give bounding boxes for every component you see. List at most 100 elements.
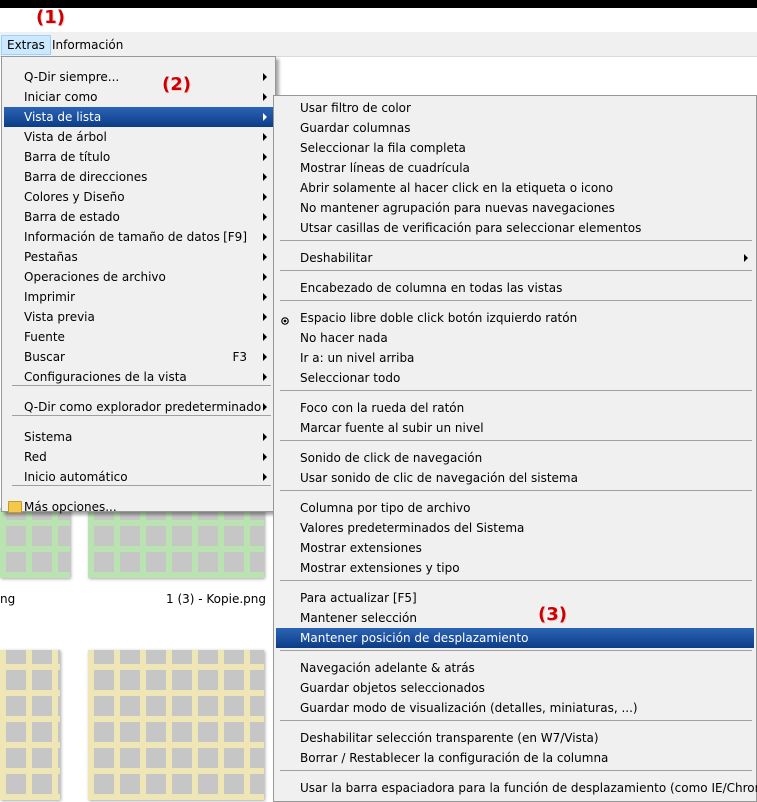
menu-item-inicio-automatico[interactable]: Inicio automático bbox=[4, 467, 273, 487]
submenu-item-label: Guardar columnas bbox=[300, 121, 411, 135]
menu-item-q-dir-como-explorador-predeterminado[interactable]: Q-Dir como explorador predeterminado bbox=[4, 397, 273, 417]
file-thumbnail[interactable] bbox=[0, 508, 70, 578]
menu-separator bbox=[280, 240, 752, 241]
menu-item-imprimir[interactable]: Imprimir bbox=[4, 287, 273, 307]
submenu-item-label: Encabezado de columna en todas las vista… bbox=[300, 281, 563, 295]
submenu-item-label: Deshabilitar bbox=[300, 251, 373, 265]
submenu-item-mostrar-extensiones[interactable]: Mostrar extensiones bbox=[276, 538, 754, 558]
submenu-item-label: Foco con la rueda del ratón bbox=[300, 401, 465, 415]
submenu-item-mostrar-extensiones-y-tipo[interactable]: Mostrar extensiones y tipo bbox=[276, 558, 754, 578]
submenu-item-espacio-libre-doble-click-boton-izquierdo-raton[interactable]: Espacio libre doble click botón izquierd… bbox=[276, 308, 754, 328]
submenu-item-usar-sonido-de-clic-de-navegacion-del-sistema[interactable]: Usar sonido de clic de navegación del si… bbox=[276, 468, 754, 488]
submenu-item-sonido-de-click-de-navegacion[interactable]: Sonido de click de navegación bbox=[276, 448, 754, 468]
submenu-item-seleccionar-la-fila-completa[interactable]: Seleccionar la fila completa bbox=[276, 138, 754, 158]
submenu-arrow-icon bbox=[263, 433, 267, 441]
submenu-item-valores-predeterminados-del-sistema[interactable]: Valores predeterminados del Sistema bbox=[276, 518, 754, 538]
menu-item-label: Vista de lista bbox=[24, 110, 102, 124]
menu-item-iniciar-como[interactable]: Iniciar como bbox=[4, 87, 273, 107]
submenu-item-deshabilitar[interactable]: Deshabilitar bbox=[276, 248, 754, 268]
menu-item-label: Iniciar como bbox=[24, 90, 98, 104]
submenu-item-para-actualizar-f5[interactable]: Para actualizar [F5] bbox=[276, 588, 754, 608]
menu-item-barra-de-direcciones[interactable]: Barra de direcciones bbox=[4, 167, 273, 187]
menu-item-informacion-de-tamano-de-datos[interactable]: Información de tamaño de datos [F9] bbox=[4, 227, 273, 247]
menu-item-label: Información de tamaño de datos bbox=[24, 230, 220, 244]
file-thumbnail[interactable] bbox=[88, 508, 264, 578]
menu-item-operaciones-de-archivo[interactable]: Operaciones de archivo bbox=[4, 267, 273, 287]
file-thumbnail[interactable] bbox=[0, 650, 60, 800]
submenu-item-guardar-columnas[interactable]: Guardar columnas bbox=[276, 118, 754, 138]
menu-item-label: Configuraciones de la vista bbox=[24, 370, 187, 384]
menu-item-barra-de-estado[interactable]: Barra de estado bbox=[4, 207, 273, 227]
menu-extras[interactable]: Extras bbox=[1, 35, 51, 55]
menu-item-configuraciones-de-la-vista[interactable]: Configuraciones de la vista bbox=[4, 367, 273, 387]
submenu-arrow-icon bbox=[263, 473, 267, 481]
submenu-arrow-icon bbox=[263, 173, 267, 181]
menu-item-fuente[interactable]: Fuente bbox=[4, 327, 273, 347]
submenu-item-label: Abrir solamente al hacer click en la eti… bbox=[300, 181, 614, 195]
submenu-item-no-hacer-nada[interactable]: No hacer nada bbox=[276, 328, 754, 348]
submenu-arrow-icon bbox=[744, 254, 748, 262]
submenu-item-seleccionar-todo[interactable]: Seleccionar todo bbox=[276, 368, 754, 388]
folder-icon bbox=[8, 501, 22, 513]
submenu-item-label: Usar la barra espaciadora para la funció… bbox=[300, 781, 757, 795]
menu-item-vista-de-lista[interactable]: Vista de lista bbox=[4, 107, 273, 127]
submenu-item-label: Guardar objetos seleccionados bbox=[300, 681, 485, 695]
menu-bar: Extras Información bbox=[0, 32, 757, 57]
file-thumbnail[interactable] bbox=[88, 650, 264, 800]
submenu-arrow-icon bbox=[263, 153, 267, 161]
menu-informacion[interactable]: Información bbox=[47, 35, 128, 55]
submenu-item-label: No mantener agrupación para nuevas naveg… bbox=[300, 201, 615, 215]
submenu-arrow-icon bbox=[263, 113, 267, 121]
annotation-1: (1) bbox=[36, 7, 65, 28]
menu-item-buscar[interactable]: Buscar F3 bbox=[4, 347, 273, 367]
menu-item-label: Vista previa bbox=[24, 310, 95, 324]
submenu-item-label: Navegación adelante & atrás bbox=[300, 661, 475, 675]
menu-item-mas-opciones[interactable]: Más opciones... bbox=[4, 497, 273, 517]
submenu-item-columna-por-tipo-de-archivo[interactable]: Columna por tipo de archivo bbox=[276, 498, 754, 518]
submenu-item-borrar-restablecer-la-configuracion-de-la-columna[interactable]: Borrar / Restablecer la configuración de… bbox=[276, 748, 754, 768]
submenu-item-foco-con-la-rueda-del-raton[interactable]: Foco con la rueda del ratón bbox=[276, 398, 754, 418]
annotation-2: (2) bbox=[162, 74, 191, 95]
submenu-item-label: Mantener posición de desplazamiento bbox=[300, 631, 529, 645]
submenu-item-guardar-modo-de-visualizacion-detalles-miniaturas[interactable]: Guardar modo de visualización (detalles,… bbox=[276, 698, 754, 718]
menu-item-pestanas[interactable]: Pestañas bbox=[4, 247, 273, 267]
menu-item-sistema[interactable]: Sistema bbox=[4, 427, 273, 447]
submenu-item-ir-a-un-nivel-arriba[interactable]: Ir a: un nivel arriba bbox=[276, 348, 754, 368]
submenu-item-mantener-seleccion[interactable]: Mantener selección bbox=[276, 608, 754, 628]
menu-item-vista-previa[interactable]: Vista previa bbox=[4, 307, 273, 327]
submenu-item-label: Sonido de click de navegación bbox=[300, 451, 483, 465]
submenu-item-usar-la-barra-espaciadora-para-la-funcion-de-desplazamiento-como-ie-chrome[interactable]: Usar la barra espaciadora para la funció… bbox=[276, 778, 757, 798]
submenu-arrow-icon bbox=[263, 293, 267, 301]
submenu-arrow-icon bbox=[263, 233, 267, 241]
menu-item-vista-de-arbol[interactable]: Vista de árbol bbox=[4, 127, 273, 147]
submenu-item-abrir-solamente-al-hacer-click-en-la-etiqueta-o-icono[interactable]: Abrir solamente al hacer click en la eti… bbox=[276, 178, 754, 198]
menu-separator bbox=[280, 770, 752, 771]
submenu-arrow-icon bbox=[263, 373, 267, 381]
menu-item-label: Q-Dir como explorador predeterminado bbox=[24, 400, 262, 414]
submenu-item-deshabilitar-seleccion-transparente-en-w7-vista[interactable]: Deshabilitar selección transparente (en … bbox=[276, 728, 754, 748]
submenu-arrow-icon bbox=[263, 213, 267, 221]
menu-item-label: Barra de estado bbox=[24, 210, 120, 224]
menu-separator bbox=[12, 415, 271, 416]
submenu-item-label: Borrar / Restablecer la configuración de… bbox=[300, 751, 609, 765]
submenu-item-encabezado-de-columna-en-todas-las-vistas[interactable]: Encabezado de columna en todas las vista… bbox=[276, 278, 754, 298]
menu-item-label: Vista de árbol bbox=[24, 130, 107, 144]
menu-item-barra-de-titulo[interactable]: Barra de título bbox=[4, 147, 273, 167]
submenu-item-navegacion-adelante-atras[interactable]: Navegación adelante & atrás bbox=[276, 658, 754, 678]
submenu-arrow-icon bbox=[263, 353, 267, 361]
submenu-item-usar-filtro-de-color[interactable]: Usar filtro de color bbox=[276, 98, 754, 118]
menu-item-q-dir-siempre[interactable]: Q-Dir siempre... bbox=[4, 67, 273, 87]
submenu-item-mostrar-lineas-de-cuadricula[interactable]: Mostrar líneas de cuadrícula bbox=[276, 158, 754, 178]
submenu-item-label: Seleccionar la fila completa bbox=[300, 141, 466, 155]
submenu-item-utsar-casillas-de-verificacion-para-seleccionar-elementos[interactable]: Utsar casillas de verificación para sele… bbox=[276, 218, 754, 238]
menu-item-red[interactable]: Red bbox=[4, 447, 273, 467]
submenu-item-marcar-fuente-al-subir-un-nivel[interactable]: Marcar fuente al subir un nivel bbox=[276, 418, 754, 438]
submenu-item-guardar-objetos-seleccionados[interactable]: Guardar objetos seleccionados bbox=[276, 678, 754, 698]
window-top-edge bbox=[0, 0, 757, 8]
menu-item-shortcut: [F9] bbox=[223, 230, 247, 244]
submenu-item-label: Deshabilitar selección transparente (en … bbox=[300, 731, 599, 745]
submenu-item-mantener-posicion-de-desplazamiento[interactable]: Mantener posición de desplazamiento bbox=[276, 628, 754, 648]
menu-separator bbox=[280, 300, 752, 301]
menu-item-colores-y-diseno[interactable]: Colores y Diseño bbox=[4, 187, 273, 207]
submenu-item-no-mantener-agrupacion-para-nuevas-navegaciones[interactable]: No mantener agrupación para nuevas naveg… bbox=[276, 198, 754, 218]
